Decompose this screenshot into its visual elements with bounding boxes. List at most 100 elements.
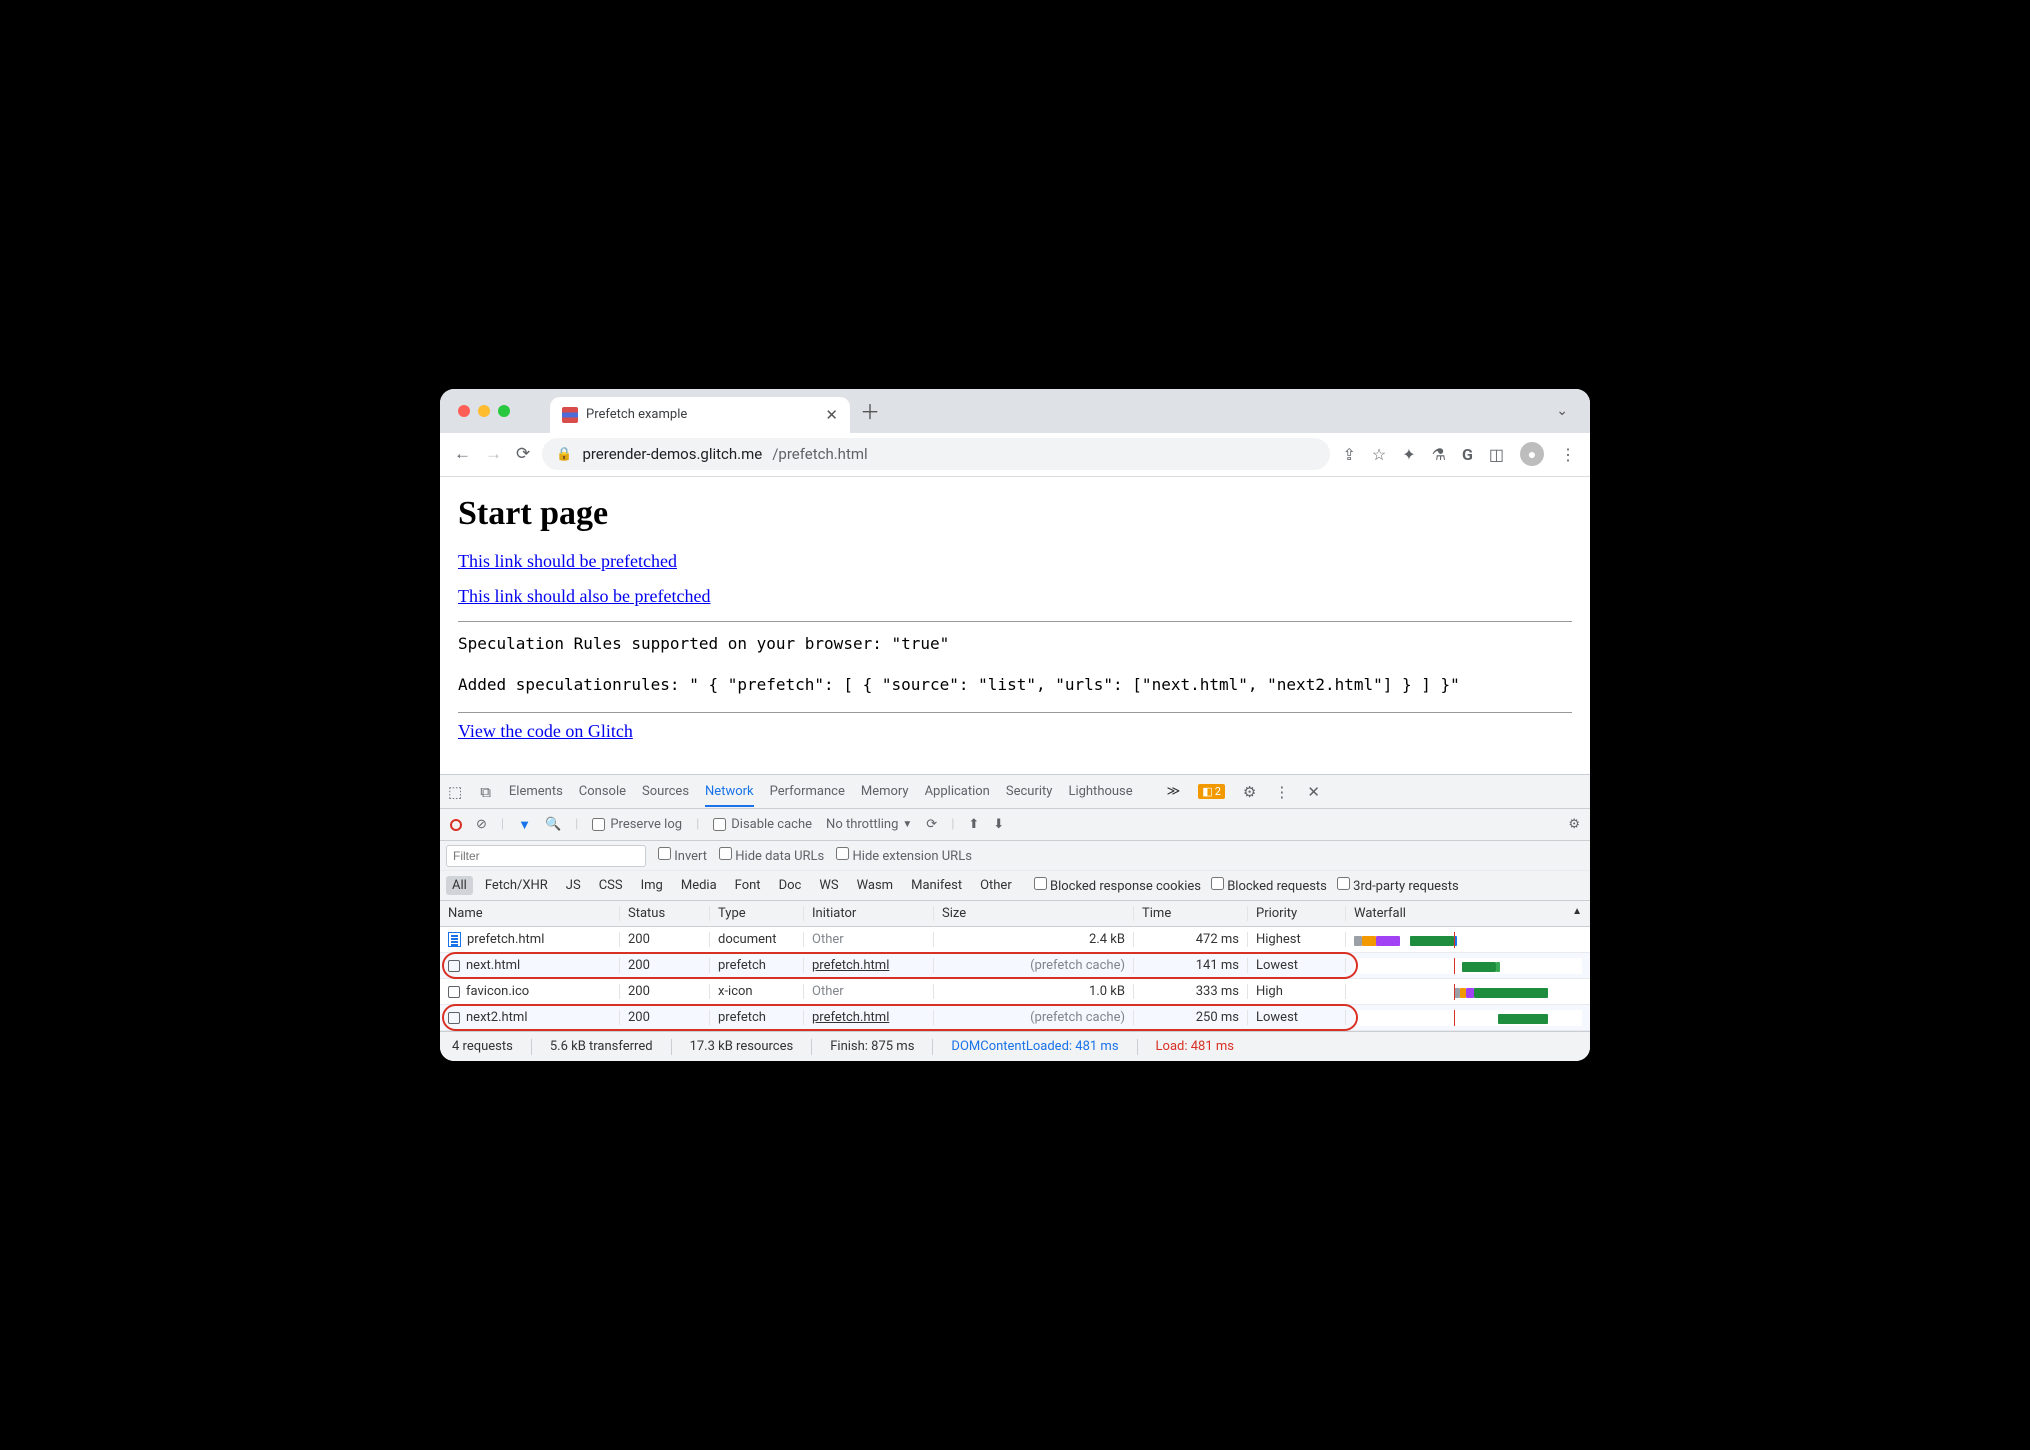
devtools-tab-lighthouse[interactable]: Lighthouse [1068, 784, 1132, 799]
address-bar[interactable]: 🔒 prerender-demos.glitch.me/prefetch.htm… [542, 438, 1330, 470]
settings-gear-icon[interactable]: ⚙ [1243, 783, 1256, 801]
clear-button[interactable]: ⊘ [476, 817, 487, 832]
network-toolbar: ⊘ | ▼ 🔍 | Preserve log | Disable cache N… [440, 809, 1590, 841]
tab-favicon-icon [562, 407, 578, 423]
devtools-tab-sources[interactable]: Sources [642, 784, 689, 799]
devtools-tab-memory[interactable]: Memory [861, 784, 909, 799]
network-row[interactable]: next2.html200prefetchprefetch.html(prefe… [440, 1005, 1590, 1031]
reload-button[interactable]: ⟳ [516, 444, 530, 464]
request-size: 2.4 kB [934, 932, 1134, 947]
status-finish: Finish: 875 ms [830, 1039, 914, 1054]
hide-extension-urls-checkbox[interactable]: Hide extension URLs [836, 847, 972, 864]
prefetch-link-2[interactable]: This link should also be prefetched [458, 586, 710, 606]
request-status: 200 [620, 932, 710, 947]
network-row[interactable]: prefetch.html200documentOther2.4 kB472 m… [440, 927, 1590, 953]
throttling-select[interactable]: No throttling ▼ [826, 817, 912, 832]
request-name: favicon.ico [466, 984, 529, 999]
tab-close-icon[interactable]: ✕ [825, 406, 838, 424]
network-settings-gear-icon[interactable]: ⚙ [1568, 817, 1580, 832]
network-conditions-icon[interactable]: ⟳ [926, 817, 937, 832]
share-icon[interactable]: ⇪ [1342, 445, 1355, 464]
devtools-tab-network[interactable]: Network [705, 784, 754, 807]
file-icon [448, 986, 460, 998]
request-time: 250 ms [1134, 1010, 1248, 1025]
network-row[interactable]: next.html200prefetchprefetch.html(prefet… [440, 953, 1590, 979]
devtools-tab-performance[interactable]: Performance [770, 784, 845, 799]
device-toolbar-icon[interactable]: ⧉ [480, 783, 491, 801]
profile-avatar-icon[interactable]: ● [1520, 442, 1544, 466]
column-header-status[interactable]: Status [620, 906, 710, 921]
request-priority: High [1248, 984, 1346, 999]
more-tabs-icon[interactable]: ≫ [1167, 784, 1181, 799]
type-filter-ws[interactable]: WS [813, 876, 844, 895]
type-filter-all[interactable]: All [446, 876, 473, 895]
devtools-tab-application[interactable]: Application [925, 784, 990, 799]
third-party-checkbox[interactable]: 3rd-party requests [1337, 877, 1459, 894]
filter-toggle-icon[interactable]: ▼ [518, 817, 531, 833]
glitch-code-link[interactable]: View the code on Glitch [458, 721, 633, 741]
network-row[interactable]: favicon.ico200x-iconOther1.0 kB333 msHig… [440, 979, 1590, 1005]
request-status: 200 [620, 958, 710, 973]
column-header-time[interactable]: Time [1134, 906, 1248, 921]
column-header-size[interactable]: Size [934, 906, 1134, 921]
column-header-name[interactable]: Name [440, 906, 620, 921]
kebab-menu-icon[interactable]: ⋮ [1560, 445, 1576, 464]
devtools-menu-icon[interactable]: ⋮ [1274, 783, 1289, 801]
status-load: Load: 481 ms [1156, 1039, 1234, 1054]
search-icon[interactable]: 🔍 [545, 817, 561, 832]
window-close-button[interactable] [458, 405, 470, 417]
new-tab-button[interactable]: ＋ [860, 396, 880, 425]
type-filter-fetch-xhr[interactable]: Fetch/XHR [479, 876, 554, 895]
disable-cache-checkbox[interactable]: Disable cache [713, 817, 812, 832]
type-filter-other[interactable]: Other [974, 876, 1018, 895]
preserve-log-checkbox[interactable]: Preserve log [592, 817, 682, 832]
warnings-badge[interactable]: ◧ 2 [1198, 784, 1225, 799]
blocked-cookies-checkbox[interactable]: Blocked response cookies [1034, 877, 1201, 894]
devtools-tab-elements[interactable]: Elements [509, 784, 563, 799]
type-filter-js[interactable]: JS [560, 876, 587, 895]
import-har-icon[interactable]: ⬆ [968, 817, 979, 832]
type-filter-media[interactable]: Media [675, 876, 723, 895]
inspect-element-icon[interactable]: ⬚ [448, 783, 462, 801]
type-filter-manifest[interactable]: Manifest [905, 876, 968, 895]
request-type: document [710, 932, 804, 947]
window-minimize-button[interactable] [478, 405, 490, 417]
forward-button[interactable]: → [485, 444, 502, 464]
bookmark-star-icon[interactable]: ☆ [1372, 445, 1386, 464]
type-filter-doc[interactable]: Doc [773, 876, 808, 895]
url-path: /prefetch.html [772, 445, 867, 463]
request-type: prefetch [710, 1010, 804, 1025]
type-filter-wasm[interactable]: Wasm [851, 876, 900, 895]
devtools-close-icon[interactable]: ✕ [1307, 783, 1320, 801]
filter-input[interactable] [446, 845, 646, 867]
column-header-initiator[interactable]: Initiator [804, 906, 934, 921]
type-filter-img[interactable]: Img [635, 876, 669, 895]
record-button[interactable] [450, 819, 462, 831]
window-zoom-button[interactable] [498, 405, 510, 417]
page-content: Start page This link should be prefetche… [440, 477, 1590, 774]
labs-flask-icon[interactable]: ⚗ [1432, 445, 1446, 464]
type-filter-css[interactable]: CSS [593, 876, 629, 895]
request-priority: Lowest [1248, 958, 1346, 973]
google-g-icon[interactable]: G [1462, 445, 1473, 464]
column-header-type[interactable]: Type [710, 906, 804, 921]
devtools-tab-console[interactable]: Console [579, 784, 626, 799]
invert-checkbox[interactable]: Invert [658, 847, 707, 864]
export-har-icon[interactable]: ⬇ [993, 817, 1004, 832]
devtools-tab-security[interactable]: Security [1006, 784, 1053, 799]
request-time: 333 ms [1134, 984, 1248, 999]
back-button[interactable]: ← [454, 444, 471, 464]
extensions-puzzle-icon[interactable]: ✦ [1402, 445, 1415, 464]
waterfall-cell [1354, 932, 1582, 948]
browser-tab[interactable]: Prefetch example ✕ [550, 397, 850, 433]
hide-data-urls-checkbox[interactable]: Hide data URLs [719, 847, 824, 864]
side-panel-icon[interactable]: ◫ [1489, 445, 1504, 464]
prefetch-link-1[interactable]: This link should be prefetched [458, 551, 677, 571]
speculation-support-text: Speculation Rules supported on your brow… [458, 630, 1572, 657]
blocked-requests-checkbox[interactable]: Blocked requests [1211, 877, 1327, 894]
waterfall-cell [1354, 958, 1582, 974]
column-header-waterfall[interactable]: Waterfall▲ [1346, 906, 1590, 921]
type-filter-font[interactable]: Font [729, 876, 767, 895]
tabs-menu-chevron-icon[interactable]: ⌄ [1556, 403, 1568, 419]
column-header-priority[interactable]: Priority [1248, 906, 1346, 921]
